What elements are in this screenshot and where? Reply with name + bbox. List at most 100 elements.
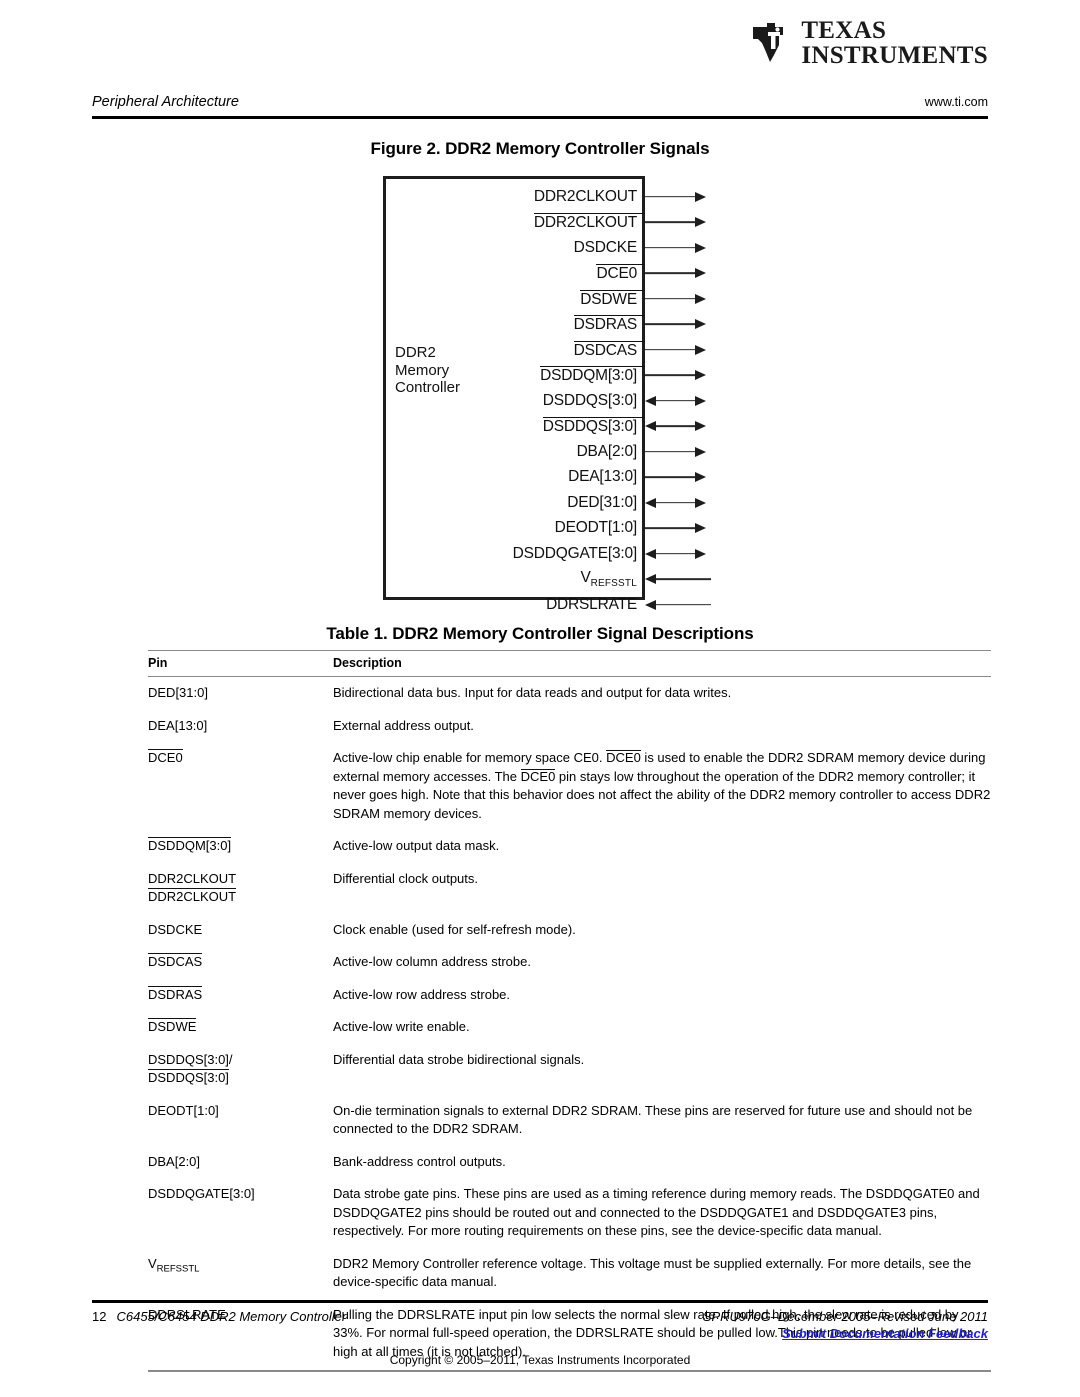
signal-row: DSDWE <box>383 286 645 312</box>
table-caption: Table 1. DDR2 Memory Controller Signal D… <box>326 624 754 643</box>
footer-main-row: 12 C6455/C6454 DDR2 Memory Controller SPR… <box>92 1309 988 1341</box>
figure-caption: Figure 2. DDR2 Memory Controller Signals <box>370 139 710 158</box>
cell-description: DDR2 Memory Controller reference voltage… <box>333 1255 972 1290</box>
column-header-description: Description <box>333 650 991 677</box>
table-row: DSDCAS Active-low column address strobe. <box>148 946 991 979</box>
signal-label-dsddqgate30: DSDDQGATE[3:0] <box>512 544 638 562</box>
table-row: DCE0 Active-low chip enable for memory sp… <box>148 742 991 830</box>
signal-row: DED[31:0] <box>383 490 645 516</box>
signal-arrow-out <box>645 210 713 236</box>
table-row: DSDCKE Clock enable (used for self-refres… <box>148 914 991 947</box>
signal-arrow-out <box>645 337 713 363</box>
signal-arrow-column <box>645 176 713 610</box>
cell-pin: DSDDQM[3:0] <box>148 830 333 863</box>
ti-wordmark: TEXAS INSTRUMENTS <box>801 18 988 68</box>
cell-pin: DSDWE <box>148 1011 333 1044</box>
table-row: VREFSSTL DDR2 Memory Controller reference… <box>148 1248 991 1299</box>
signal-arrow-bidir <box>645 490 713 516</box>
signal-arrow-out <box>645 363 713 389</box>
cell-pin: DDR2CLKOUT DDR2CLKOUT <box>148 863 333 914</box>
signal-row: DDRSLRATE <box>383 592 645 618</box>
table-row: DDR2CLKOUT DDR2CLKOUT Differential clock o… <box>148 863 991 914</box>
signal-row: DDR2CLKOUT <box>383 210 645 236</box>
table-row: DSDDQS[3:0]/ DSDDQS[3:0] Differential data… <box>148 1044 991 1095</box>
submit-documentation-feedback-link[interactable]: Submit Documentation Feedback <box>703 1326 988 1341</box>
column-header-pin: Pin <box>148 650 333 677</box>
footer-document-title: 12 C6455/C6454 DDR2 Memory Controller <box>92 1309 346 1324</box>
cell-pin: DBA[2:0] <box>148 1146 333 1179</box>
signal-row: DSDDQM[3:0] <box>383 363 645 389</box>
cell-description: External address output. <box>333 717 474 733</box>
signal-descriptions-table: Pin Description DED[31:0] Bidirectional d… <box>148 650 991 1372</box>
table-header-row: Pin Description <box>148 650 991 677</box>
cell-description: Differential clock outputs. <box>333 870 478 886</box>
signal-label-ddr2clkout: DDR2CLKOUT <box>533 187 637 205</box>
cell-pin: DSDDQGATE[3:0] <box>148 1178 333 1248</box>
signal-arrow-out <box>645 439 713 465</box>
signal-label-dsdras: DSDRAS <box>573 315 645 334</box>
signal-row: DDR2CLKOUT <box>383 184 645 210</box>
cell-description: Active-low write enable. <box>333 1019 470 1034</box>
signal-row: DSDRAS <box>383 312 645 338</box>
pin-name: DBA[2:0] <box>148 1153 201 1169</box>
signal-arrow-in <box>645 592 713 618</box>
cell-description: Active-low row address strobe. <box>333 986 511 1002</box>
signal-label-v: VREFSSTL <box>580 569 637 590</box>
ti-logo-line1: TEXAS <box>801 17 887 44</box>
pin-name: DEA[13:0] <box>148 717 208 733</box>
signal-row: DSDDQS[3:0] <box>383 414 645 440</box>
ti-logo-line2: INSTRUMENTS <box>801 42 988 69</box>
table-row: DEA[13:0] External address output. <box>148 710 991 743</box>
signal-arrow-bidir <box>645 541 713 567</box>
footer-copyright: Copyright © 2005–2011, Texas Instruments… <box>389 1353 691 1367</box>
signal-row: DBA[2:0] <box>383 439 645 465</box>
cell-description: Differential data strobe bidirectional s… <box>333 1051 585 1067</box>
signal-arrow-out <box>645 312 713 338</box>
ddr2-controller-block-diagram: DDR2 Memory Controller DDR2CLKOUT DDR2CLK… <box>383 176 713 613</box>
cell-description: Active-low output data mask. <box>333 838 500 853</box>
signal-row: DSDDQS[3:0] <box>383 388 645 414</box>
cell-pin: VREFSSTL <box>148 1248 333 1299</box>
pin-name: DDR2CLKOUT <box>148 870 237 886</box>
table-row: DSDWE Active-low write enable. <box>148 1011 991 1044</box>
cell-description: Bank-address control outputs. <box>333 1153 506 1169</box>
signal-row: DSDCKE <box>383 235 645 261</box>
signal-row: DSDDQGATE[3:0] <box>383 541 645 567</box>
signal-label-dsddqm30: DSDDQM[3:0] <box>540 366 645 385</box>
signal-label-dce0: DCE0 <box>596 264 645 283</box>
table-row: DED[31:0] Bidirectional data bus. Input f… <box>148 677 991 710</box>
header-website-url: www.ti.com <box>924 95 988 109</box>
pin-name: DSDDQM[3:0] <box>148 837 232 853</box>
header-meta-row: Peripheral Architecture www.ti.com <box>92 94 988 110</box>
pin-name: DSDRAS <box>148 985 203 1002</box>
cell-description: Bidirectional data bus. Input for data r… <box>333 685 732 700</box>
cell-pin: DSDCAS <box>148 946 333 979</box>
signal-label-dea130: DEA[13:0] <box>568 468 637 486</box>
footer-doc-name: C6455/C6454 DDR2 Memory Controller <box>116 1309 347 1324</box>
signal-row: DEA[13:0] <box>383 465 645 491</box>
footer-divider <box>92 1300 988 1303</box>
cell-pin: DCE0 <box>148 742 333 830</box>
signal-arrow-out <box>645 184 713 210</box>
pin-name: DSDCKE <box>148 921 203 937</box>
page-header: TEXAS INSTRUMENTS Peripheral Architectur… <box>92 18 988 119</box>
pin-name: DCE0 <box>148 749 183 765</box>
cell-pin: DEA[13:0] <box>148 710 333 743</box>
pin-name: DSDDQS[3:0] <box>148 1069 229 1085</box>
pin-name: DSDWE <box>148 1018 197 1034</box>
signal-label-ddr2clkout: DDR2CLKOUT <box>533 213 645 232</box>
signal-label-deodt10: DEODT[1:0] <box>554 519 638 537</box>
signal-label-dsddqs30: DSDDQS[3:0] <box>542 391 637 409</box>
signal-arrow-out <box>645 516 713 542</box>
cell-pin: DED[31:0] <box>148 677 333 710</box>
footer-right-block: SPRU970G–December 2005–Revised June 2011… <box>703 1309 988 1341</box>
table-body: DED[31:0] Bidirectional data bus. Input f… <box>148 677 991 1372</box>
signal-label-dsdcas: DSDCAS <box>573 340 645 360</box>
signal-arrow-out <box>645 465 713 491</box>
pin-name: DSDCAS <box>148 953 203 969</box>
header-divider <box>92 116 988 119</box>
signal-row: DEODT[1:0] <box>383 516 645 542</box>
signal-name-list: DDR2CLKOUT DDR2CLKOUT DSDCKE DCE0 DSDWE DSDRA… <box>383 176 645 613</box>
signal-label-dsdwe: DSDWE <box>580 289 645 309</box>
table-row: DBA[2:0] Bank-address control outputs. <box>148 1146 991 1179</box>
